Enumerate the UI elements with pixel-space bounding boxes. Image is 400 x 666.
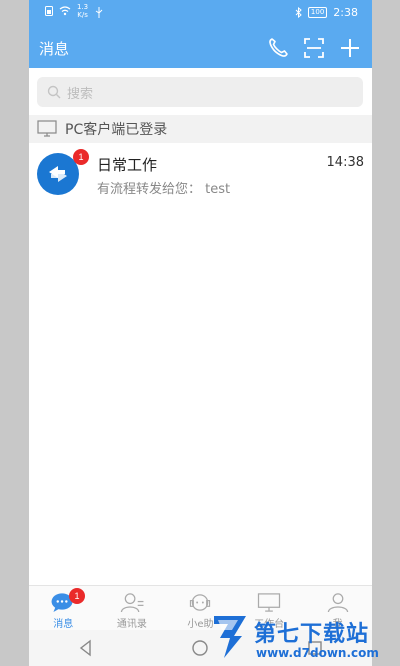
tab-messages[interactable]: 1 消息 [29,586,98,630]
tab-badge: 1 [69,588,85,604]
watermark: 第七下载站 www.d7down.com [210,606,400,666]
sim-icon [45,6,53,16]
search-input[interactable]: 搜索 [37,77,363,107]
bluetooth-icon [295,7,302,18]
search-icon [47,85,61,99]
network-speed: 1.3 K/s [77,3,88,19]
message-list-empty-area [29,205,372,585]
tab-label: 消息 [53,619,74,630]
tab-label: 通讯录 [116,619,147,630]
clock: 2:38 [333,6,358,19]
search-placeholder: 搜索 [67,86,94,102]
phone-icon[interactable] [266,36,290,60]
unread-badge: 1 [73,149,89,165]
conversation-name: 日常工作 [97,156,158,174]
status-bar: 1.3 K/s 100 2:38 [29,0,372,26]
conversation-item[interactable]: 1 日常工作 14:38 有流程转发给您： test [29,145,372,203]
app-screen: 1.3 K/s 100 2:38 消息 搜索 PC客户端已登录 1 日常工作 1… [29,0,372,666]
page-title: 消息 [39,40,70,58]
pc-login-text: PC客户端已登录 [65,122,168,138]
header-actions [266,36,362,60]
monitor-icon [37,120,57,137]
watermark-url: www.d7down.com [256,646,379,660]
conversation-preview: 有流程转发给您： test [97,182,231,197]
tab-contacts[interactable]: 通讯录 [98,586,167,630]
conversation-time: 14:38 [326,155,364,170]
watermark-logo [214,616,246,658]
speed-value: 1.3 [77,3,89,11]
scan-icon[interactable] [302,36,326,60]
workflow-icon [49,166,67,182]
speed-unit: K/s [77,11,88,19]
app-header: 消息 [29,26,372,68]
back-icon[interactable] [76,638,96,658]
status-left [45,6,71,16]
wifi-icon [59,6,71,16]
pc-login-notice[interactable]: PC客户端已登录 [29,115,372,143]
home-icon[interactable] [190,638,210,658]
battery-indicator: 100 [307,7,328,18]
watermark-title: 第七下载站 [254,622,370,647]
usb-icon [95,7,103,18]
contacts-icon [120,593,144,613]
plus-icon[interactable] [338,36,362,60]
status-right: 100 2:38 [295,6,358,19]
